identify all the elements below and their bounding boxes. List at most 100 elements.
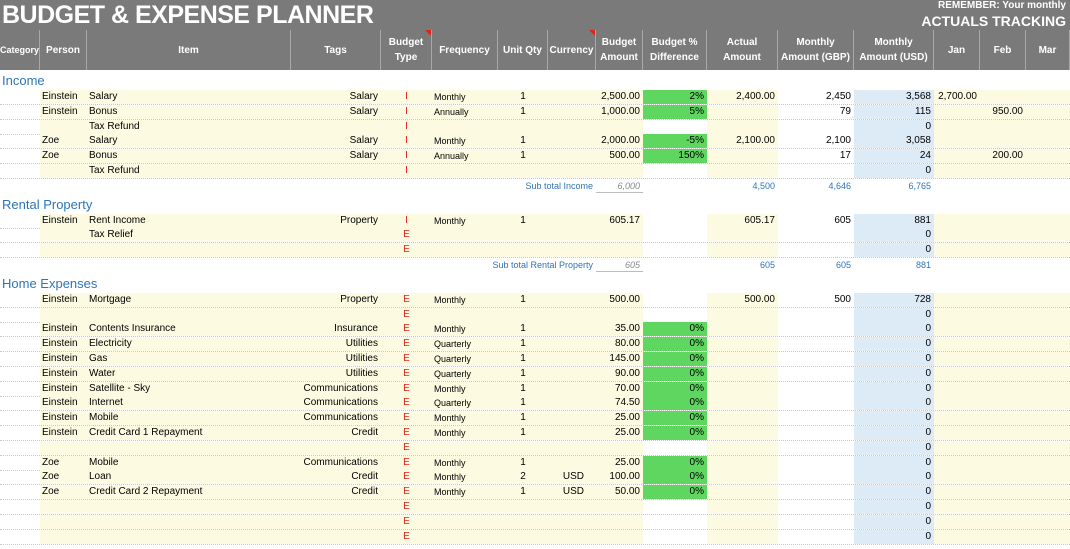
- header-budget-type[interactable]: Budget Type: [381, 30, 432, 70]
- monthly-gbp-cell[interactable]: [778, 322, 854, 336]
- budget-type-cell[interactable]: E: [381, 367, 432, 381]
- budget-pct-cell[interactable]: [643, 228, 707, 242]
- mar-cell[interactable]: [1026, 322, 1070, 336]
- jan-cell[interactable]: [934, 515, 980, 529]
- actual-amount-cell[interactable]: [707, 164, 778, 178]
- frequency-cell[interactable]: [432, 120, 498, 134]
- mar-cell[interactable]: [1026, 164, 1070, 178]
- jan-cell[interactable]: [934, 382, 980, 396]
- budget-type-cell[interactable]: E: [381, 337, 432, 351]
- jan-cell[interactable]: [934, 470, 980, 484]
- unit-qty-cell[interactable]: [498, 500, 548, 514]
- unit-qty-cell[interactable]: 1: [498, 90, 548, 104]
- feb-cell[interactable]: [980, 515, 1026, 529]
- monthly-gbp-cell[interactable]: 2,450: [778, 90, 854, 104]
- actual-amount-cell[interactable]: [707, 426, 778, 440]
- mar-cell[interactable]: [1026, 134, 1070, 148]
- mar-cell[interactable]: [1026, 105, 1070, 119]
- jan-cell[interactable]: [934, 411, 980, 425]
- frequency-cell[interactable]: Quarterly: [432, 337, 498, 351]
- item-cell[interactable]: Tax Relief: [87, 228, 291, 242]
- person-cell[interactable]: Einstein: [40, 337, 87, 351]
- person-cell[interactable]: [40, 500, 87, 514]
- jan-cell[interactable]: [934, 337, 980, 351]
- monthly-gbp-cell[interactable]: [778, 530, 854, 544]
- tags-cell[interactable]: Credit: [291, 426, 381, 440]
- frequency-cell[interactable]: Quarterly: [432, 367, 498, 381]
- mar-cell[interactable]: [1026, 470, 1070, 484]
- unit-qty-cell[interactable]: 1: [498, 337, 548, 351]
- actual-amount-cell[interactable]: [707, 308, 778, 322]
- currency-cell[interactable]: [548, 322, 596, 336]
- item-cell[interactable]: Tax Refund: [87, 120, 291, 134]
- budget-type-cell[interactable]: E: [381, 500, 432, 514]
- tags-cell[interactable]: Property: [291, 293, 381, 307]
- jan-cell[interactable]: [934, 396, 980, 410]
- monthly-gbp-cell[interactable]: [778, 411, 854, 425]
- budget-type-cell[interactable]: E: [381, 228, 432, 242]
- monthly-usd-cell[interactable]: 115: [854, 105, 934, 119]
- budget-pct-cell[interactable]: [643, 530, 707, 544]
- currency-cell[interactable]: [548, 105, 596, 119]
- feb-cell[interactable]: [980, 134, 1026, 148]
- budget-pct-cell[interactable]: [643, 308, 707, 322]
- feb-cell[interactable]: [980, 308, 1026, 322]
- feb-cell[interactable]: [980, 228, 1026, 242]
- currency-cell[interactable]: [548, 500, 596, 514]
- header-category[interactable]: Category: [0, 30, 40, 70]
- mar-cell[interactable]: [1026, 120, 1070, 134]
- actual-amount-cell[interactable]: [707, 530, 778, 544]
- actual-amount-cell[interactable]: [707, 352, 778, 366]
- budget-type-cell[interactable]: E: [381, 308, 432, 322]
- header-feb[interactable]: Feb: [980, 30, 1026, 70]
- jan-cell[interactable]: [934, 500, 980, 514]
- feb-cell[interactable]: [980, 120, 1026, 134]
- monthly-gbp-cell[interactable]: [778, 164, 854, 178]
- currency-cell[interactable]: [548, 228, 596, 242]
- budget-type-cell[interactable]: E: [381, 396, 432, 410]
- unit-qty-cell[interactable]: 1: [498, 382, 548, 396]
- budget-pct-cell[interactable]: 5%: [643, 105, 707, 119]
- person-cell[interactable]: Einstein: [40, 105, 87, 119]
- monthly-usd-cell[interactable]: 0: [854, 337, 934, 351]
- tags-cell[interactable]: Communications: [291, 382, 381, 396]
- item-cell[interactable]: [87, 243, 291, 257]
- unit-qty-cell[interactable]: 1: [498, 105, 548, 119]
- item-cell[interactable]: [87, 530, 291, 544]
- budget-amount-cell[interactable]: 1,000.00: [596, 105, 643, 119]
- currency-cell[interactable]: USD: [548, 485, 596, 499]
- person-cell[interactable]: [40, 164, 87, 178]
- header-frequency[interactable]: Frequency: [432, 30, 498, 70]
- person-cell[interactable]: [40, 120, 87, 134]
- tags-cell[interactable]: Salary: [291, 149, 381, 163]
- unit-qty-cell[interactable]: 1: [498, 456, 548, 470]
- unit-qty-cell[interactable]: 1: [498, 352, 548, 366]
- budget-amount-cell[interactable]: [596, 164, 643, 178]
- tags-cell[interactable]: [291, 120, 381, 134]
- monthly-gbp-cell[interactable]: [778, 470, 854, 484]
- person-cell[interactable]: [40, 228, 87, 242]
- budget-pct-cell[interactable]: 0%: [643, 367, 707, 381]
- feb-cell[interactable]: [980, 352, 1026, 366]
- budget-pct-cell[interactable]: 0%: [643, 411, 707, 425]
- person-cell[interactable]: Zoe: [40, 470, 87, 484]
- budget-type-cell[interactable]: I: [381, 105, 432, 119]
- monthly-usd-cell[interactable]: 881: [854, 214, 934, 228]
- feb-cell[interactable]: [980, 293, 1026, 307]
- budget-type-cell[interactable]: E: [381, 530, 432, 544]
- mar-cell[interactable]: [1026, 441, 1070, 455]
- currency-cell[interactable]: [548, 382, 596, 396]
- jan-cell[interactable]: [934, 149, 980, 163]
- budget-amount-cell[interactable]: 500.00: [596, 293, 643, 307]
- currency-cell[interactable]: [548, 164, 596, 178]
- currency-cell[interactable]: [548, 308, 596, 322]
- header-mar[interactable]: Mar: [1026, 30, 1070, 70]
- monthly-usd-cell[interactable]: 0: [854, 485, 934, 499]
- budget-amount-cell[interactable]: 74.50: [596, 396, 643, 410]
- mar-cell[interactable]: [1026, 367, 1070, 381]
- feb-cell[interactable]: [980, 382, 1026, 396]
- jan-cell[interactable]: [934, 228, 980, 242]
- budget-amount-cell[interactable]: [596, 308, 643, 322]
- actual-amount-cell[interactable]: 605.17: [707, 214, 778, 228]
- monthly-gbp-cell[interactable]: 17: [778, 149, 854, 163]
